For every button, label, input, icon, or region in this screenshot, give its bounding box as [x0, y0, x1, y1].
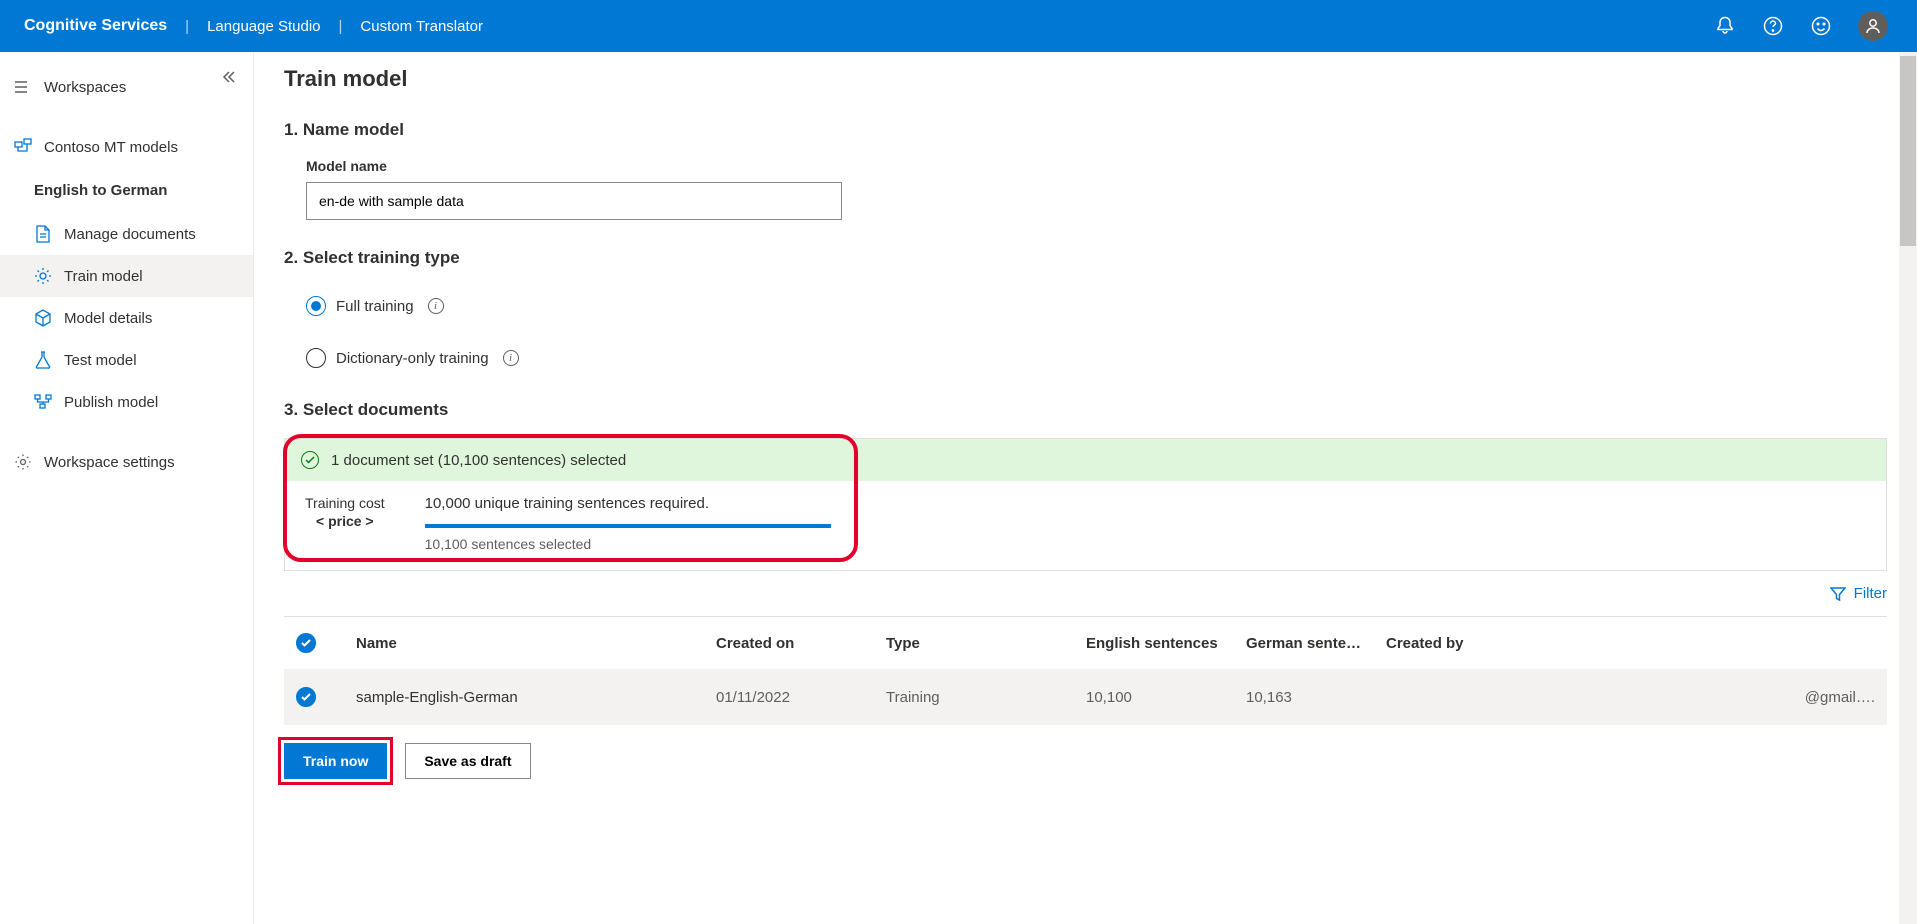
col-name[interactable]: Name: [344, 617, 704, 670]
training-cost-label: Training cost: [305, 495, 385, 511]
breadcrumb-separator: |: [185, 18, 207, 35]
cell-created: 01/11/2022: [704, 669, 874, 725]
row-checkbox[interactable]: [296, 687, 316, 707]
sidebar-item-label: Model details: [64, 310, 152, 327]
sentences-selected-text: 10,100 sentences selected: [425, 536, 831, 552]
sidebar-settings-label: Workspace settings: [44, 454, 175, 471]
col-type[interactable]: Type: [874, 617, 1074, 670]
help-icon[interactable]: [1749, 2, 1797, 50]
info-icon[interactable]: i: [503, 350, 519, 366]
radio-label: Dictionary-only training: [336, 350, 489, 367]
documents-table: Name Created on Type English sentences G…: [284, 616, 1887, 725]
sidebar-item-label: Manage documents: [64, 226, 196, 243]
success-check-icon: [301, 451, 319, 469]
step3-heading: 3. Select documents: [284, 400, 1887, 420]
main-content: Train model 1. Name model Model name 2. …: [254, 52, 1917, 924]
notifications-icon[interactable]: [1701, 2, 1749, 50]
account-button[interactable]: [1845, 2, 1893, 50]
collapse-sidebar-icon[interactable]: [221, 70, 235, 87]
breadcrumb-app[interactable]: Custom Translator: [360, 18, 501, 35]
selection-status-bar: 1 document set (10,100 sentences) select…: [285, 439, 1886, 481]
app-header: Cognitive Services | Language Studio | C…: [0, 0, 1917, 52]
col-created[interactable]: Created on: [704, 617, 874, 670]
sidebar-item-train-model[interactable]: Train model: [0, 255, 253, 297]
filter-icon: [1830, 586, 1846, 602]
documents-summary-box: 1 document set (10,100 sentences) select…: [284, 438, 1887, 571]
col-eng[interactable]: English sentences: [1074, 617, 1234, 670]
sidebar-item-label: Train model: [64, 268, 143, 285]
sidebar-project[interactable]: English to German: [0, 168, 253, 213]
document-icon: [34, 225, 52, 243]
select-all-checkbox[interactable]: [296, 633, 316, 653]
selection-status-text: 1 document set (10,100 sentences) select…: [331, 452, 626, 469]
training-requirement-text: 10,000 unique training sentences require…: [425, 495, 831, 512]
sidebar-item-label: Test model: [64, 352, 137, 369]
list-icon: [14, 78, 32, 96]
training-type-full[interactable]: Full training i: [284, 286, 1887, 326]
step2-heading: 2. Select training type: [284, 248, 1887, 268]
cell-by: @gmail….: [1374, 669, 1887, 725]
sidebar-workspace-settings[interactable]: Workspace settings: [0, 441, 253, 483]
sidebar-item-model-details[interactable]: Model details: [0, 297, 253, 339]
model-name-label: Model name: [284, 158, 1887, 174]
radio-label: Full training: [336, 298, 414, 315]
sidebar-workspaces-label: Workspaces: [44, 79, 126, 96]
sidebar-item-test-model[interactable]: Test model: [0, 339, 253, 381]
filter-label: Filter: [1854, 585, 1887, 602]
flask-icon: [34, 351, 52, 369]
training-cost-row: Training cost < price > 10,000 unique tr…: [285, 481, 1886, 570]
page-title: Train model: [284, 66, 1887, 92]
publish-icon: [34, 393, 52, 411]
cell-ger: 10,163: [1234, 669, 1374, 725]
radio-selected-icon[interactable]: [306, 296, 326, 316]
radio-unselected-icon[interactable]: [306, 348, 326, 368]
cell-type: Training: [874, 669, 1074, 725]
cube-icon: [34, 309, 52, 327]
breadcrumb-separator: |: [339, 18, 361, 35]
training-cost-value: < price >: [305, 513, 385, 529]
sidebar-project-label: English to German: [34, 182, 167, 199]
settings-icon: [14, 453, 32, 471]
scrollbar-thumb[interactable]: [1900, 56, 1916, 246]
col-ger[interactable]: German sente…: [1234, 617, 1374, 670]
table-row[interactable]: sample-English-German 01/11/2022 Trainin…: [284, 669, 1887, 725]
workspace-icon: [14, 138, 32, 156]
sidebar: Workspaces Contoso MT models English to …: [0, 52, 254, 924]
breadcrumb-studio[interactable]: Language Studio: [207, 18, 338, 35]
sidebar-item-manage-documents[interactable]: Manage documents: [0, 213, 253, 255]
scrollbar[interactable]: [1899, 52, 1917, 924]
sidebar-item-publish-model[interactable]: Publish model: [0, 381, 253, 423]
cell-eng: 10,100: [1074, 669, 1234, 725]
training-type-dictionary[interactable]: Dictionary-only training i: [284, 338, 1887, 378]
sidebar-workspace[interactable]: Contoso MT models: [0, 126, 253, 168]
gear-train-icon: [34, 267, 52, 285]
feedback-icon[interactable]: [1797, 2, 1845, 50]
sidebar-item-label: Publish model: [64, 394, 158, 411]
sidebar-workspace-label: Contoso MT models: [44, 139, 178, 156]
cell-name: sample-English-German: [344, 669, 704, 725]
train-now-button[interactable]: Train now: [284, 743, 387, 779]
breadcrumb-service[interactable]: Cognitive Services: [24, 17, 185, 35]
col-by[interactable]: Created by: [1374, 617, 1887, 670]
sidebar-workspaces[interactable]: Workspaces: [0, 66, 253, 108]
action-bar: Train now Save as draft: [284, 725, 1887, 797]
model-name-input[interactable]: [306, 182, 842, 220]
filter-button[interactable]: Filter: [1830, 585, 1887, 602]
step1-heading: 1. Name model: [284, 120, 1887, 140]
info-icon[interactable]: i: [428, 298, 444, 314]
save-draft-button[interactable]: Save as draft: [405, 743, 530, 779]
avatar-icon: [1858, 11, 1888, 41]
progress-bar: [425, 524, 831, 528]
